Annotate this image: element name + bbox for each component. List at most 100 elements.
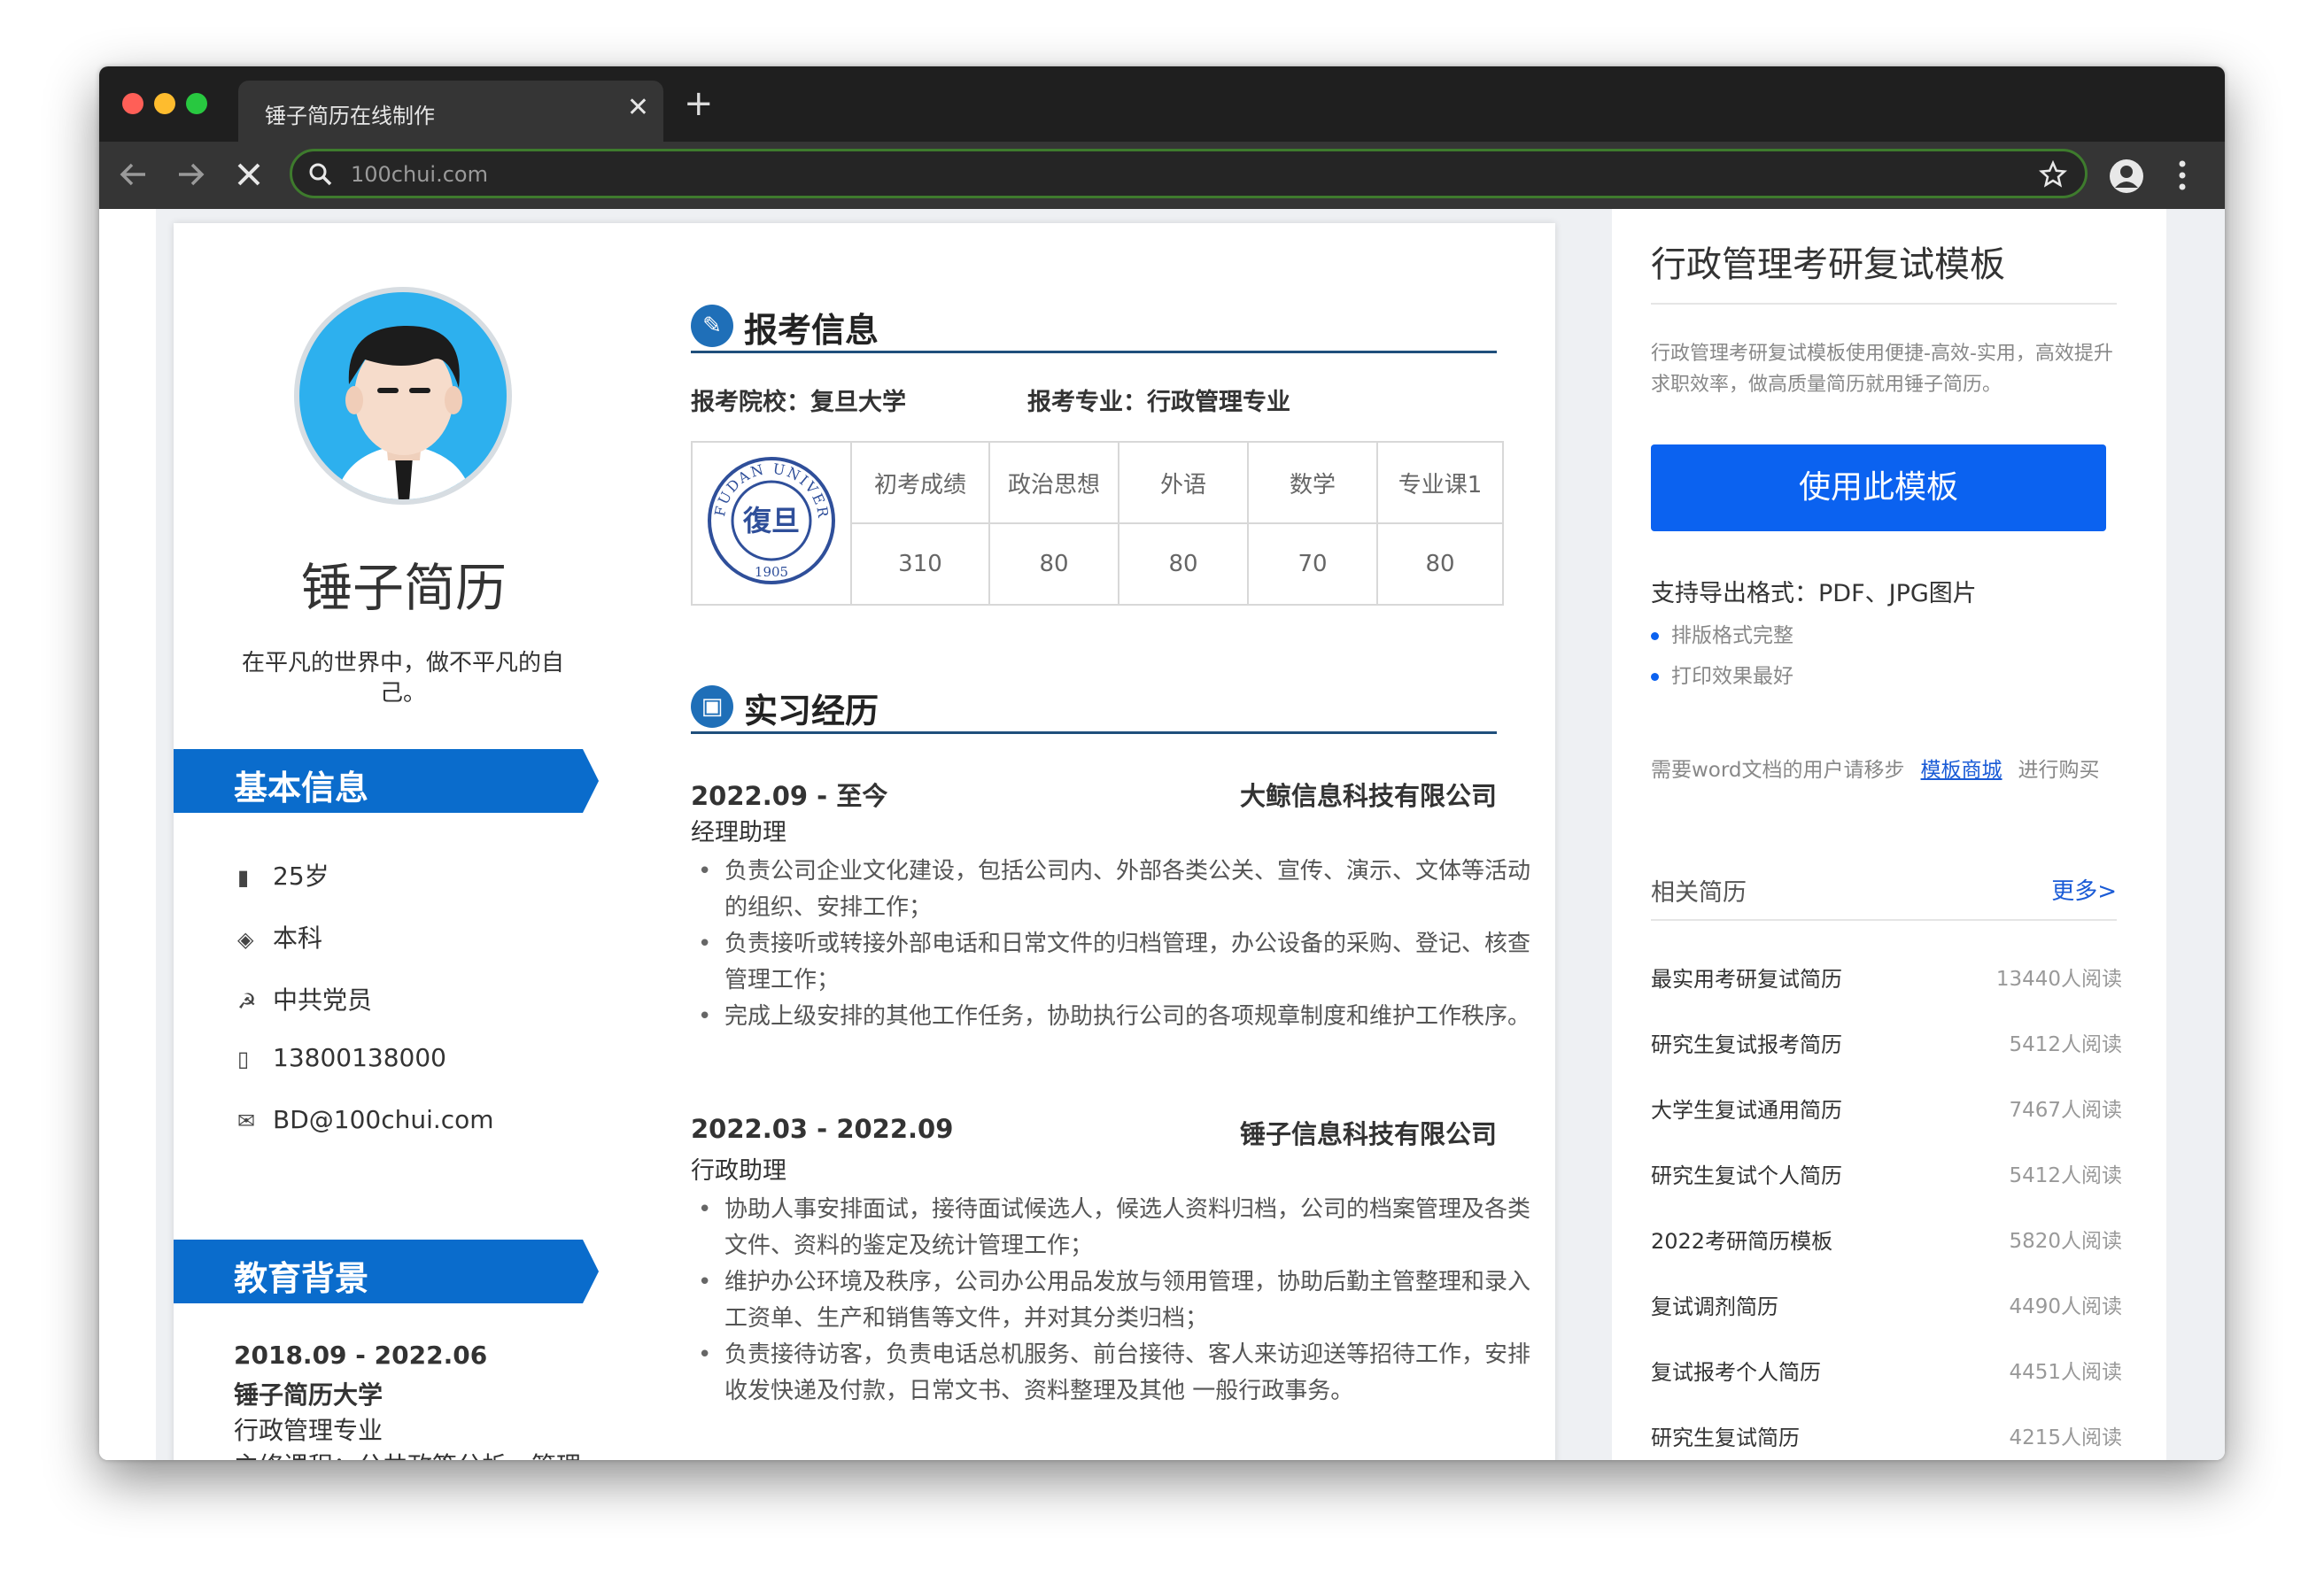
phone-icon: ▯ — [237, 1047, 250, 1071]
minimize-window-button[interactable] — [154, 93, 175, 114]
mail-icon: ✉ — [237, 1109, 256, 1133]
active-tab[interactable]: 锤子简历在线制作 ✕ — [238, 81, 663, 142]
info-email-text: BD@100chui.com — [273, 1105, 494, 1134]
related-item-count: 4490人阅读 — [2009, 1295, 2122, 1318]
score-header-2: 政治思想 — [988, 441, 1119, 524]
word-note: 需要word文档的用户请移步 模板商城 进行购买 — [1651, 753, 2100, 783]
info-phone: ▯ 13800138000 — [237, 1043, 446, 1072]
divider — [1651, 303, 2117, 305]
related-item[interactable]: 复试调剂简历 4490人阅读 — [1651, 1289, 2122, 1320]
basic-info-banner: 基本信息 — [174, 749, 599, 813]
related-item-count: 13440人阅读 — [1995, 968, 2122, 991]
related-item[interactable]: 2022考研简历模板 5820人阅读 — [1651, 1224, 2122, 1255]
url-text: 100chui.com — [351, 162, 488, 187]
related-item[interactable]: 大学生复试通用简历 7467人阅读 — [1651, 1093, 2122, 1124]
feature-point: 排版格式完整 — [1651, 618, 1793, 648]
avatar-illustration — [335, 325, 473, 499]
seal-center-text: 復旦 — [742, 504, 800, 537]
feature-point-text: 打印效果最好 — [1671, 665, 1793, 688]
related-item-name: 2022考研简历模板 — [1651, 1229, 1833, 1254]
address-bar[interactable]: 100chui.com — [290, 149, 2088, 198]
score-header-1: 初考成绩 — [850, 441, 990, 524]
related-item-count: 4451人阅读 — [2009, 1361, 2122, 1384]
related-item[interactable]: 研究生复试简历 4215人阅读 — [1651, 1420, 2122, 1451]
score-value-3: 80 — [1118, 522, 1249, 606]
fudan-seal-icon: FUDAN UNIVERSITY 復旦 1905 — [699, 441, 835, 584]
job-2-header: 2022.03 - 2022.09 锤子信息科技有限公司 — [691, 1114, 1497, 1149]
new-tab-button[interactable]: + — [684, 86, 714, 121]
related-item-count: 5820人阅读 — [2009, 1230, 2122, 1253]
education-title: 教育背景 — [234, 1259, 369, 1298]
template-sidebar: 行政管理考研复试模板 行政管理考研复试模板使用便捷-高效-实用，高效提升求职效率… — [1612, 209, 2166, 1460]
score-value-4: 70 — [1247, 522, 1378, 606]
back-icon[interactable] — [119, 161, 149, 188]
education-banner: 教育背景 — [174, 1240, 599, 1303]
job-1-duties: 负责公司企业文化建设，包括公司内、外部各类公关、宣传、演示、文体等活动的组织、安… — [691, 854, 1530, 1035]
related-item[interactable]: 研究生复试个人简历 5412人阅读 — [1651, 1158, 2122, 1189]
related-item-count: 7467人阅读 — [2009, 1099, 2122, 1122]
maximize-window-button[interactable] — [186, 93, 207, 114]
score-header-3: 外语 — [1118, 441, 1249, 524]
score-value-2: 80 — [988, 522, 1119, 606]
forward-icon[interactable] — [175, 161, 205, 188]
seal-year: 1905 — [755, 564, 788, 580]
related-item-name: 复试调剂简历 — [1651, 1294, 1778, 1319]
list-item: 维护办公环境及秩序，公司办公用品发放与领用管理，协助后勤主管整理和录入工资单、生… — [698, 1264, 1530, 1337]
edu-school: 锤子简历大学 — [234, 1380, 383, 1410]
job-1-company: 大鲸信息科技有限公司 — [1239, 781, 1497, 811]
browser-toolbar: 100chui.com — [99, 142, 2225, 209]
list-item: 负责接听或转接外部电话和日常文件的归档管理，办公设备的采购、登记、核查管理工作； — [698, 926, 1530, 999]
related-item[interactable]: 复试报考个人简历 4451人阅读 — [1651, 1355, 2122, 1386]
template-title: 行政管理考研复试模板 — [1651, 244, 2005, 285]
use-template-button[interactable]: 使用此模板 — [1651, 444, 2106, 531]
list-item: 负责接待访客，负责电话总机服务、前台接待、客人来访迎送等招待工作，安排收发快递及… — [698, 1337, 1530, 1410]
job-1-role: 经理助理 — [691, 819, 786, 846]
stop-loading-icon[interactable] — [236, 161, 262, 188]
template-store-link[interactable]: 模板商城 — [1921, 759, 2003, 782]
bookmark-star-icon[interactable] — [2039, 160, 2067, 189]
menu-kebab-icon[interactable] — [2177, 159, 2188, 191]
job-2-company: 锤子信息科技有限公司 — [1239, 1119, 1497, 1149]
feature-point-text: 排版格式完整 — [1671, 624, 1793, 647]
word-note-prefix: 需要word文档的用户请移步 — [1651, 759, 1905, 782]
close-window-button[interactable] — [122, 93, 143, 114]
apply-major: 报考专业：行政管理专业 — [1027, 389, 1290, 416]
info-degree-text: 本科 — [273, 924, 323, 953]
profile-icon[interactable] — [2108, 158, 2145, 195]
apply-school: 报考院校：复旦大学 — [691, 389, 906, 416]
intern-section-icon: ▣ — [691, 685, 733, 728]
info-party: ☭ 中共党员 — [237, 981, 372, 1016]
feature-point: 打印效果最好 — [1651, 659, 1793, 689]
related-item[interactable]: 最实用考研复试简历 13440人阅读 — [1651, 962, 2122, 993]
intern-section: ▣ 实习经历 — [691, 678, 1497, 734]
search-icon — [309, 163, 332, 186]
score-table: FUDAN UNIVERSITY 復旦 1905 初考成绩 政治思想 外语 数学… — [691, 441, 1504, 606]
word-note-suffix: 进行购买 — [2018, 759, 2100, 782]
resume-motto: 在平凡的世界中，做不平凡的自己。 — [241, 650, 564, 707]
related-item-count: 4215人阅读 — [2009, 1426, 2122, 1449]
related-item-count: 5412人阅读 — [2009, 1033, 2122, 1056]
related-item-count: 5412人阅读 — [2009, 1164, 2122, 1187]
job-2-period: 2022.03 - 2022.09 — [691, 1114, 954, 1144]
graduation-cap-icon: ◈ — [237, 927, 254, 952]
score-value-5: 80 — [1376, 522, 1504, 606]
info-age-text: 25岁 — [273, 862, 329, 891]
score-value-1: 310 — [850, 522, 990, 606]
info-phone-text: 13800138000 — [273, 1043, 446, 1072]
divider — [1651, 919, 2117, 921]
job-2-duties: 协助人事安排面试，接待面试候选人，候选人资料归档，公司的档案管理及各类文件、资料… — [691, 1192, 1530, 1410]
more-link[interactable]: 更多> — [2051, 873, 2117, 906]
close-tab-icon[interactable]: ✕ — [627, 95, 649, 121]
related-item-name: 大学生复试通用简历 — [1651, 1098, 1842, 1123]
apply-section: ✎ 报考信息 报考院校：复旦大学 报考专业：行政管理专业 — [691, 298, 1497, 416]
apply-section-icon: ✎ — [691, 305, 733, 347]
job-1-period: 2022.09 - 至今 — [691, 781, 888, 811]
related-item-name: 研究生复试简历 — [1651, 1426, 1800, 1450]
export-formats: 支持导出格式：PDF、JPG图片 — [1651, 580, 1977, 607]
bullet-dot-icon — [1651, 673, 1659, 681]
tab-title: 锤子简历在线制作 — [265, 104, 435, 128]
bar-chart-icon: ▮ — [237, 865, 250, 890]
tab-bar: 锤子简历在线制作 ✕ + — [99, 66, 2225, 142]
list-item: 协助人事安排面试，接待面试候选人，候选人资料归档，公司的档案管理及各类文件、资料… — [698, 1192, 1530, 1264]
related-item[interactable]: 研究生复试报考简历 5412人阅读 — [1651, 1027, 2122, 1058]
